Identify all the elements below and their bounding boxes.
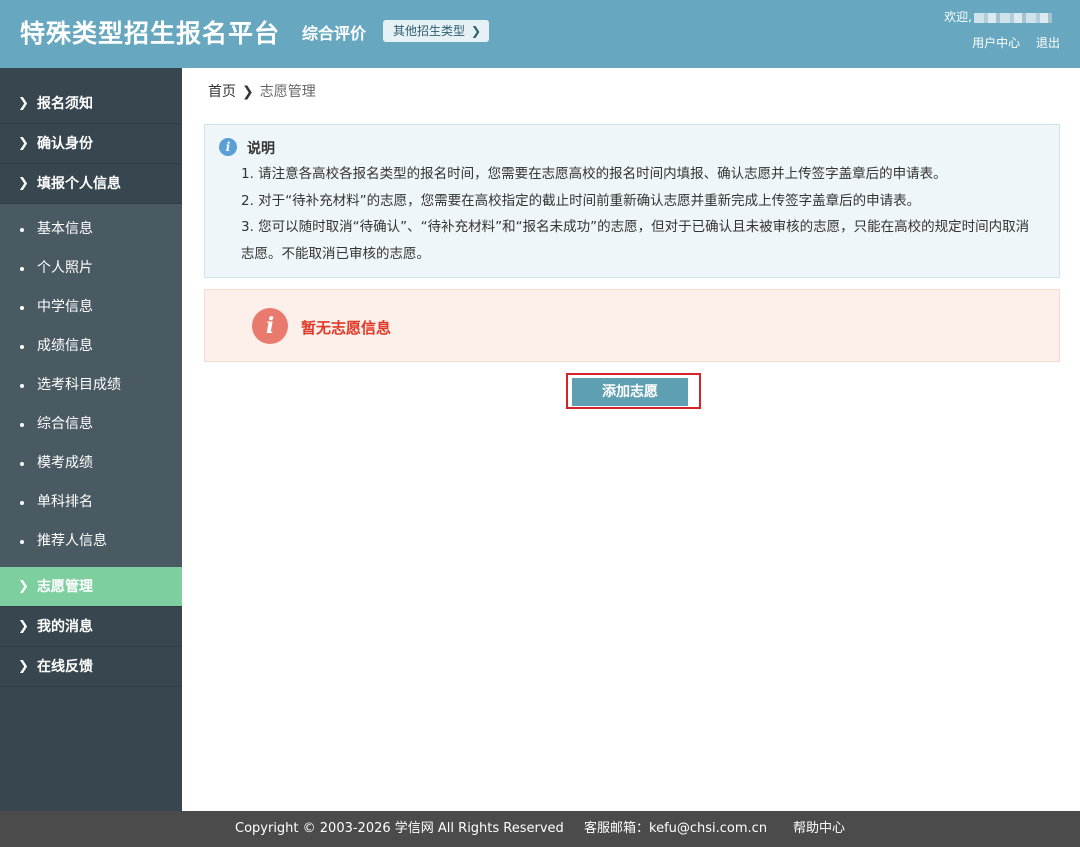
- chevron-right-icon: ❯: [18, 579, 29, 594]
- chevron-right-icon: ❯: [18, 619, 29, 634]
- sidebar-item-confirm-identity[interactable]: ❯ 确认身份: [0, 124, 182, 164]
- welcome-label: 欢迎,: [944, 10, 972, 24]
- sidebar-item-label: 填报个人信息: [37, 176, 121, 192]
- sidebar-item-label: 确认身份: [37, 136, 93, 152]
- submenu-item-label: 单科排名: [37, 494, 93, 510]
- submenu-item-mock-exam[interactable]: 模考成绩: [0, 444, 182, 483]
- submenu-item-subject-rank[interactable]: 单科排名: [0, 483, 182, 522]
- submenu-item-school-info[interactable]: 中学信息: [0, 288, 182, 327]
- info-icon: i: [219, 138, 237, 156]
- chevron-right-icon: ❯: [18, 659, 29, 674]
- exam-type-title: 综合评价: [302, 24, 367, 43]
- sidebar-bottom-group: ❯ 志愿管理 ❯ 我的消息 ❯ 在线反馈: [0, 567, 182, 687]
- sidebar-top-group: ❯ 报名须知 ❯ 确认身份 ❯ 填报个人信息: [0, 68, 182, 204]
- bullet-icon: [20, 540, 24, 544]
- chevron-right-icon: ❯: [18, 136, 29, 151]
- submenu-item-label: 成绩信息: [37, 338, 93, 354]
- sidebar-item-registration-notice[interactable]: ❯ 报名须知: [0, 84, 182, 124]
- sidebar-item-personal-info[interactable]: ❯ 填报个人信息: [0, 164, 182, 204]
- submenu-item-photo[interactable]: 个人照片: [0, 249, 182, 288]
- bullet-icon: [20, 345, 24, 349]
- bullet-icon: [20, 267, 24, 271]
- instructions-title: 说明: [247, 141, 275, 157]
- submenu-item-grades[interactable]: 成绩信息: [0, 327, 182, 366]
- bullet-icon: [20, 462, 24, 466]
- bullet-icon: [20, 228, 24, 232]
- empty-state-message: 暂无志愿信息: [301, 319, 392, 337]
- instruction-line: 2. 对于“待补充材料”的志愿，您需要在高校指定的截止时间前重新确认志愿并重新完…: [241, 192, 921, 209]
- sidebar-item-label: 志愿管理: [37, 579, 93, 595]
- sidebar-item-application-management[interactable]: ❯ 志愿管理: [0, 567, 182, 607]
- bullet-icon: [20, 384, 24, 388]
- instruction-line: 3. 您可以随时取消“待确认”、“待补充材料”和“报名未成功”的志愿，但对于已确…: [241, 219, 1030, 262]
- add-application-highlight: 添加志愿: [566, 373, 701, 409]
- welcome-text: 欢迎,: [944, 8, 1052, 25]
- footer: Copyright © 2003-2026 学信网 All Rights Res…: [0, 811, 1080, 847]
- breadcrumb-home[interactable]: 首页: [208, 84, 236, 100]
- sidebar-item-messages[interactable]: ❯ 我的消息: [0, 607, 182, 647]
- user-center-link[interactable]: 用户中心: [972, 36, 1020, 50]
- submenu-item-label: 个人照片: [37, 260, 93, 276]
- support-email[interactable]: 客服邮箱：kefu@chsi.com.cn: [584, 811, 767, 847]
- chevron-right-icon: ❯: [242, 84, 254, 100]
- sidebar-item-feedback[interactable]: ❯ 在线反馈: [0, 647, 182, 687]
- chevron-right-icon: ❯: [18, 176, 29, 191]
- other-types-button[interactable]: 其他招生类型 ❯: [383, 20, 490, 42]
- header-links: 用户中心 退出: [960, 34, 1060, 51]
- alert-info-icon: i: [252, 308, 288, 344]
- instructions-text: 1. 请注意各高校各报名类型的报名时间，您需要在志愿高校的报名时间内填报、确认志…: [241, 161, 1041, 267]
- submenu-item-label: 综合信息: [37, 416, 93, 432]
- top-header: 特殊类型招生报名平台 综合评价 其他招生类型 ❯ 欢迎, 用户中心 退出: [0, 0, 1080, 68]
- breadcrumb: 首页 ❯ 志愿管理: [208, 81, 316, 101]
- submenu-item-elective-grades[interactable]: 选考科目成绩: [0, 366, 182, 405]
- logout-link[interactable]: 退出: [1036, 36, 1060, 50]
- bullet-icon: [20, 423, 24, 427]
- masked-username: [974, 12, 1052, 23]
- submenu-item-label: 模考成绩: [37, 455, 93, 471]
- submenu-item-label: 推荐人信息: [37, 533, 107, 549]
- submenu-item-label: 选考科目成绩: [37, 377, 121, 393]
- personal-info-submenu: 基本信息 个人照片 中学信息 成绩信息 选考科目成绩 综合信息 模考成绩 单科排…: [0, 204, 182, 567]
- chevron-right-icon: ❯: [471, 24, 482, 38]
- sidebar-item-label: 报名须知: [37, 96, 93, 112]
- bullet-icon: [20, 501, 24, 505]
- sidebar-item-label: 我的消息: [37, 619, 93, 635]
- submenu-item-label: 基本信息: [37, 221, 93, 237]
- submenu-item-recommender[interactable]: 推荐人信息: [0, 522, 182, 561]
- chevron-right-icon: ❯: [18, 96, 29, 111]
- instruction-line: 1. 请注意各高校各报名类型的报名时间，您需要在志愿高校的报名时间内填报、确认志…: [241, 166, 947, 182]
- bullet-icon: [20, 306, 24, 310]
- empty-state-panel: i 暂无志愿信息: [204, 289, 1060, 362]
- help-center-link[interactable]: 帮助中心: [793, 811, 845, 847]
- app-title: 特殊类型招生报名平台: [20, 19, 281, 48]
- breadcrumb-current: 志愿管理: [259, 84, 316, 100]
- sidebar: ❯ 报名须知 ❯ 确认身份 ❯ 填报个人信息 基本信息 个人照片 中学信息 成绩信息 …: [0, 68, 182, 811]
- other-types-label: 其他招生类型: [393, 24, 466, 38]
- add-application-button[interactable]: 添加志愿: [572, 378, 688, 406]
- instructions-panel: i 说明 1. 请注意各高校各报名类型的报名时间，您需要在志愿高校的报名时间内填…: [204, 124, 1060, 278]
- sidebar-item-label: 在线反馈: [37, 659, 93, 675]
- submenu-item-comprehensive-info[interactable]: 综合信息: [0, 405, 182, 444]
- submenu-item-basic-info[interactable]: 基本信息: [0, 210, 182, 249]
- submenu-item-label: 中学信息: [37, 299, 93, 315]
- copyright-text: Copyright © 2003-2026 学信网 All Rights Res…: [235, 821, 564, 836]
